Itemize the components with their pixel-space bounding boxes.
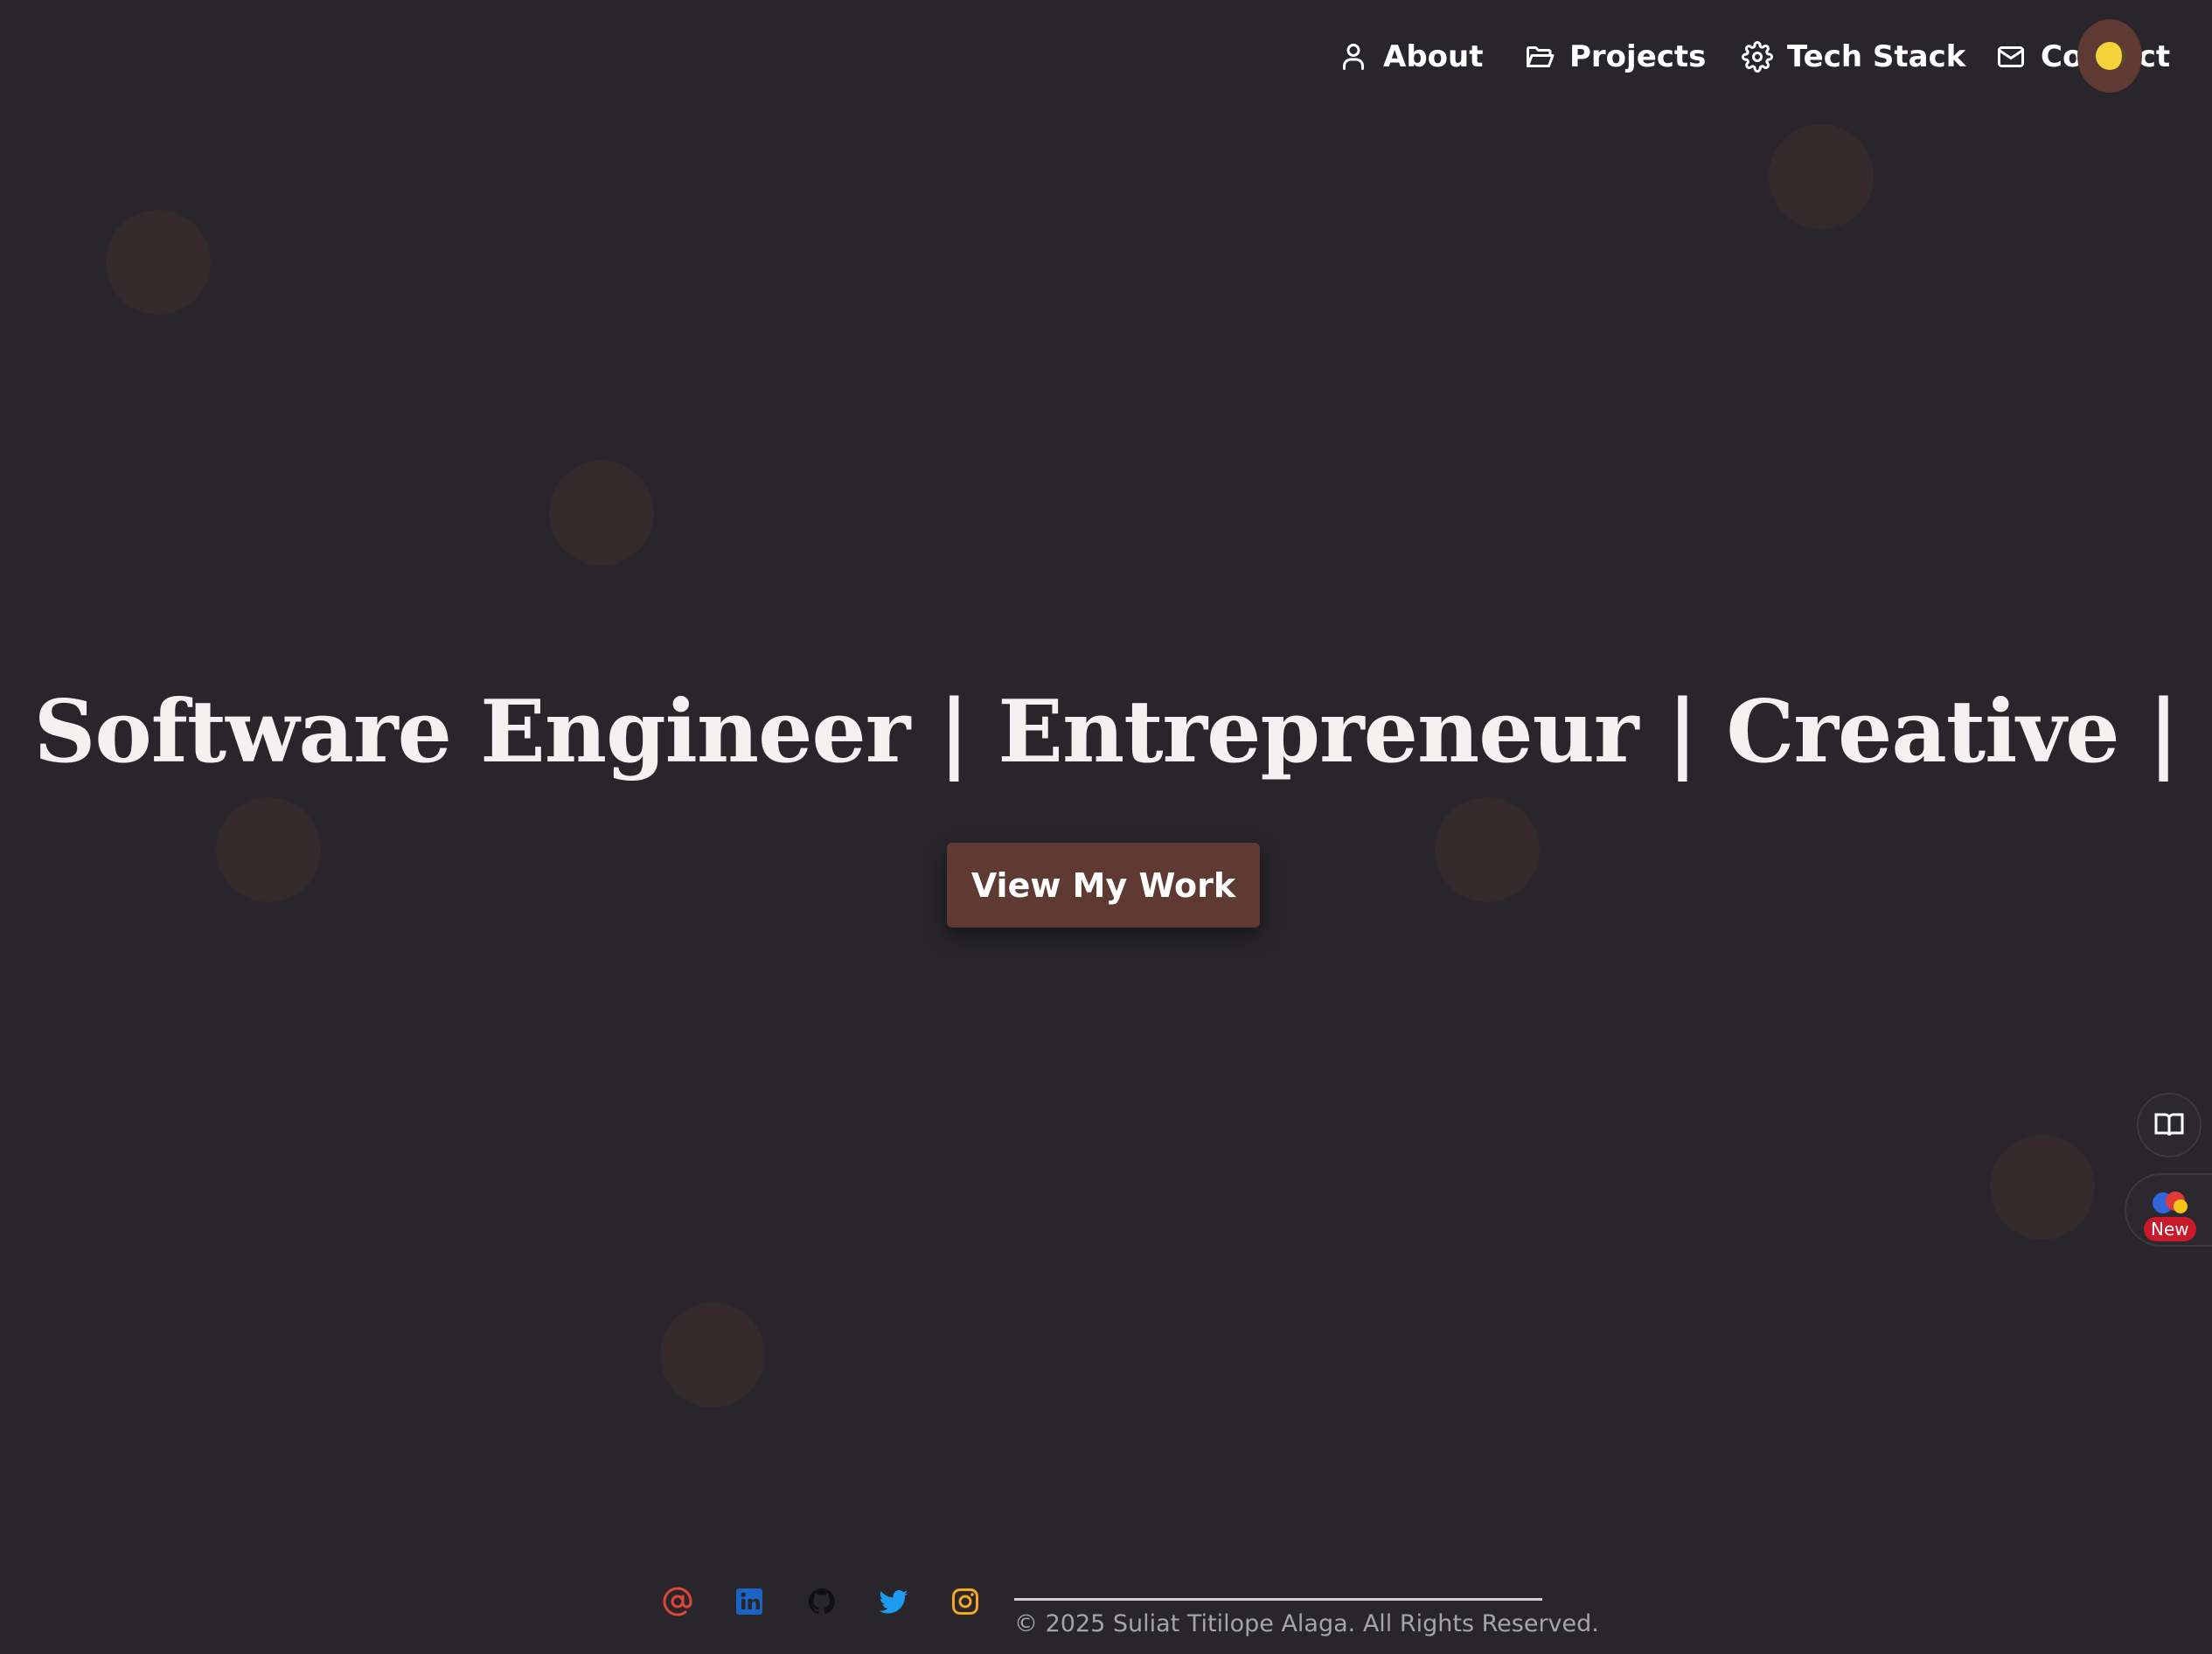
view-my-work-button[interactable]: View My Work [947,843,1260,928]
email-link[interactable] [658,1582,697,1621]
new-feature-widget[interactable]: New [2125,1173,2212,1247]
copyright-text: © 2025 Suliat Titilope Alaga. All Rights… [1014,1610,1599,1637]
nav-item-label: Projects [1569,39,1707,74]
instagram-icon [952,1588,978,1615]
moon-icon [2096,42,2125,70]
gear-icon [1742,41,1773,73]
decorative-bubble [106,210,211,315]
mail-icon [1998,46,2024,67]
new-badge: New [2144,1217,2196,1241]
twitter-link[interactable] [874,1582,913,1621]
linkedin-icon [736,1588,762,1615]
nav-item-label: Tech Stack [1787,39,1966,74]
email-icon [663,1587,692,1616]
top-nav: About Projects Tech Stack Contact [1163,19,2212,107]
folder-icon [1527,46,1555,67]
footer-divider [1014,1598,1542,1601]
decorative-bubble [549,461,654,566]
linkedin-link[interactable] [730,1582,769,1621]
instagram-link[interactable] [946,1582,984,1621]
github-icon [808,1588,835,1615]
hero-headline: Software Engineer | Entrepreneur | Creat… [33,682,2180,782]
nav-item-label: About [1383,39,1484,74]
twitter-icon [879,1589,908,1614]
nav-item-tech-stack[interactable]: Tech Stack [1742,35,1965,79]
book-icon [2154,1113,2184,1136]
theme-toggle-button[interactable] [2077,19,2142,93]
github-link[interactable] [803,1582,841,1621]
nav-item-projects[interactable]: Projects [1524,35,1706,79]
page: About Projects Tech Stack Contact Softwa… [0,0,2212,1654]
decorative-bubble [1435,797,1540,902]
user-icon [1343,44,1364,70]
decorative-bubble [1990,1135,2095,1240]
nav-item-about[interactable]: About [1338,35,1483,79]
decorative-bubble [660,1303,765,1407]
footer: © 2025 Suliat Titilope Alaga. All Rights… [0,1565,2212,1654]
decorative-bubble [216,797,321,902]
reader-mode-button[interactable] [2137,1093,2202,1157]
decorative-bubble [1769,124,1874,229]
